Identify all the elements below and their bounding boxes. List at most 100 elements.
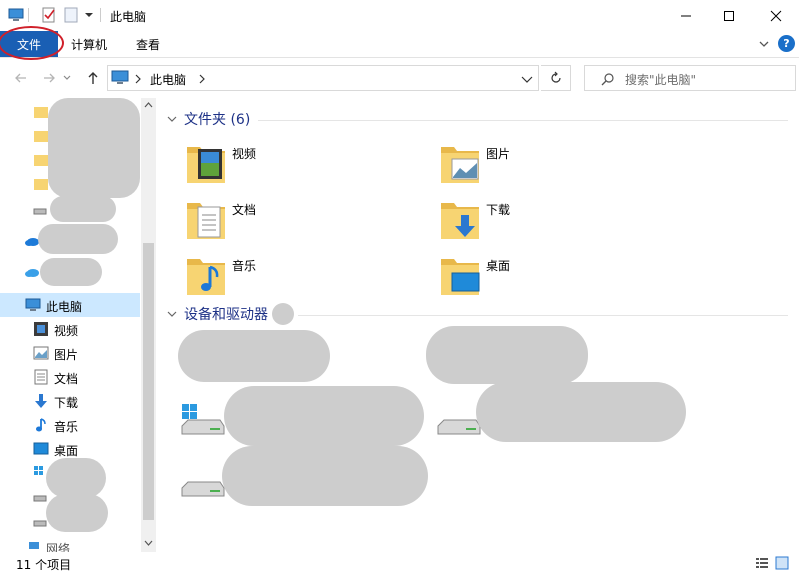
redacted-area (40, 258, 102, 286)
windows-drive-icon[interactable] (180, 402, 226, 438)
devices-group-header[interactable]: 设备和驱动器 (166, 303, 268, 325)
download-folder-icon (441, 203, 479, 239)
computer-icon (111, 70, 129, 84)
tab-view[interactable]: 查看 (136, 31, 160, 57)
refresh-button[interactable] (541, 65, 571, 91)
document-icon (34, 369, 48, 385)
sidebar-item-videos[interactable]: 视频 (0, 317, 140, 341)
folder-pictures[interactable]: 图片 (440, 141, 680, 189)
sidebar-item-label: 网络 (46, 542, 71, 552)
video-folder-icon (187, 147, 225, 183)
sidebar-item-downloads[interactable]: 下载 (0, 389, 140, 413)
folders-group-header[interactable]: 文件夹 (6) (166, 108, 250, 130)
folder-desktop[interactable]: 桌面 (440, 253, 680, 301)
new-folder-icon[interactable] (63, 7, 79, 23)
folder-videos[interactable]: 视频 (186, 141, 426, 189)
redacted-area (476, 382, 686, 442)
sidebar-item-label: 音乐 (54, 420, 79, 434)
expand-ribbon-icon[interactable] (757, 37, 771, 51)
folder-name: 音乐 (232, 259, 257, 273)
redacted-area (48, 98, 140, 198)
drive-icon (33, 208, 47, 215)
drive-icon (33, 520, 47, 527)
minimize-button[interactable] (663, 0, 709, 31)
back-button[interactable] (10, 67, 32, 89)
forward-button[interactable] (38, 67, 60, 89)
up-arrow-icon (88, 72, 98, 84)
help-button[interactable]: ? (778, 35, 795, 52)
sidebar-item-network[interactable]: 网络 (0, 538, 140, 552)
folder-name: 文档 (232, 203, 257, 217)
search-box[interactable]: 搜索"此电脑" (584, 65, 796, 91)
download-icon (35, 394, 47, 408)
tab-computer[interactable]: 计算机 (71, 31, 107, 57)
folder-name: 图片 (486, 147, 511, 161)
group-title: 文件夹 (6) (184, 112, 251, 128)
chevron-right-icon[interactable] (134, 74, 142, 84)
recent-locations-button[interactable] (60, 67, 74, 89)
redacted-area (222, 446, 428, 506)
redacted-area (426, 326, 588, 384)
sidebar-item-this-pc[interactable]: 此电脑 (0, 293, 140, 317)
maximize-button[interactable] (706, 0, 752, 31)
sidebar-item-label: 图片 (54, 348, 79, 362)
sidebar-item-label: 下载 (54, 396, 79, 410)
divider (298, 315, 788, 316)
chevron-down-icon (167, 311, 177, 317)
chevron-down-icon (63, 75, 71, 80)
sidebar-item-music[interactable]: 音乐 (0, 413, 140, 437)
document-folder-icon (187, 203, 225, 239)
refresh-icon (550, 71, 561, 83)
back-arrow-icon (15, 73, 26, 83)
sidebar-item-label: 桌面 (54, 444, 79, 458)
redacted-area (272, 303, 294, 325)
sidebar-scrollbar[interactable] (141, 98, 156, 552)
minimize-icon (681, 15, 691, 16)
folder-icon (34, 131, 48, 142)
redacted-area (224, 386, 424, 446)
music-icon (36, 418, 46, 432)
desktop-folder-icon (441, 259, 480, 295)
sidebar-item-pictures[interactable]: 图片 (0, 341, 140, 365)
sidebar-item-label: 文档 (54, 372, 79, 386)
folder-name: 下载 (486, 203, 511, 217)
search-input[interactable]: 搜索"此电脑" (625, 71, 696, 88)
details-view-icon[interactable] (755, 556, 769, 570)
scroll-up-icon[interactable] (143, 100, 154, 110)
scroll-down-icon[interactable] (143, 538, 154, 548)
close-icon (770, 10, 782, 21)
up-button[interactable] (82, 67, 104, 89)
redacted-area (50, 196, 116, 222)
folder-downloads[interactable]: 下载 (440, 197, 680, 245)
sidebar-item-label: 此电脑 (46, 300, 83, 314)
drive-icon (33, 495, 47, 502)
picture-icon (33, 346, 49, 360)
drive-icon[interactable] (180, 468, 226, 504)
chevron-down-icon (167, 116, 177, 122)
computer-icon[interactable] (8, 7, 24, 23)
address-path: 此电脑 (150, 73, 187, 87)
sidebar-item-label: 视频 (54, 324, 79, 338)
redacted-area (178, 330, 330, 382)
status-bar: 11 个项目 (0, 552, 799, 575)
folder-music[interactable]: 音乐 (186, 253, 426, 301)
redacted-area (46, 494, 108, 532)
scrollbar-thumb[interactable] (143, 243, 154, 520)
forward-arrow-icon (44, 73, 55, 83)
properties-icon[interactable] (41, 7, 57, 23)
chevron-down-icon[interactable] (84, 7, 94, 23)
item-count: 11 个项目 (16, 558, 72, 572)
chevron-down-icon[interactable] (521, 74, 533, 84)
maximize-icon (724, 10, 734, 21)
close-button[interactable] (753, 0, 799, 31)
large-icons-view-icon[interactable] (775, 556, 789, 570)
sidebar-item-documents[interactable]: 文档 (0, 365, 140, 389)
computer-icon (25, 298, 41, 311)
address-bar[interactable]: 此电脑 (107, 65, 539, 91)
music-folder-icon (187, 259, 225, 295)
folder-documents[interactable]: 文档 (186, 197, 426, 245)
desktop-icon (33, 442, 49, 455)
chevron-right-icon[interactable] (198, 74, 206, 84)
divider (100, 8, 101, 22)
tab-file[interactable]: 文件 (0, 31, 58, 57)
